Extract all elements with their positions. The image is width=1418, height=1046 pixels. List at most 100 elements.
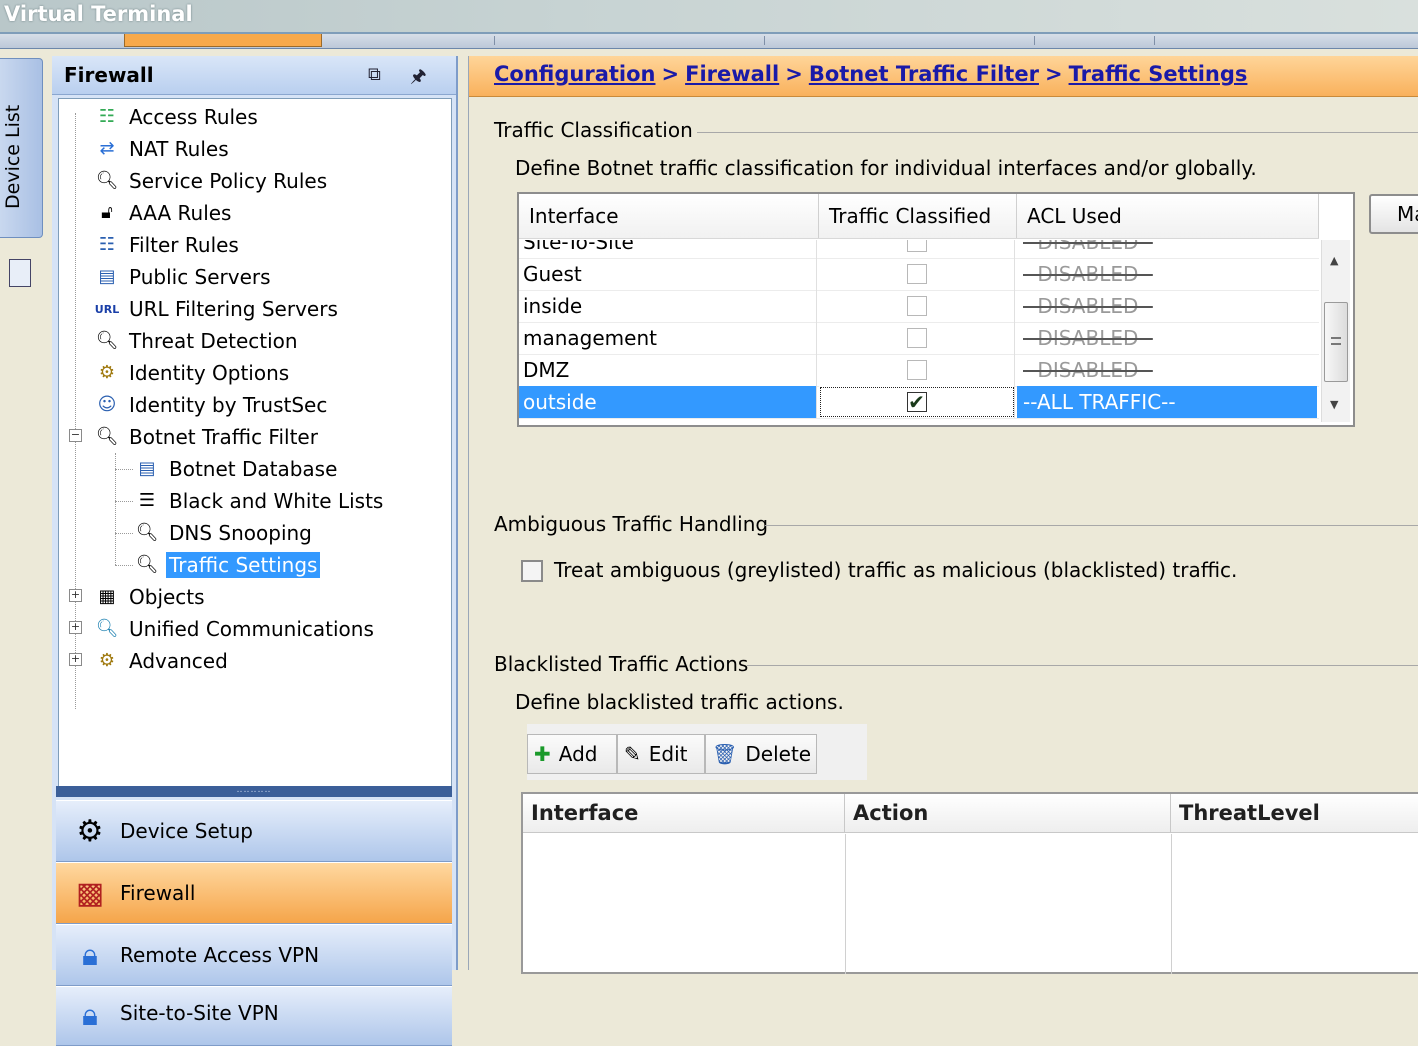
tree-item-botnet-traffic-filter[interactable]: 🔍︎ Botnet Traffic Filter: [95, 422, 321, 452]
column-header-traffic-classified[interactable]: Traffic Classified: [819, 194, 1017, 238]
acl-value: --DISABLED--: [1023, 326, 1153, 350]
device-setup-icon: ⚙: [76, 813, 104, 849]
main-panel: Configuration > Firewall > Botnet Traffic Fi…: [468, 56, 1418, 974]
row-interface: inside: [519, 290, 817, 322]
tree-item-objects[interactable]: ▦ Objects: [95, 582, 208, 612]
database-icon: ▤: [138, 458, 156, 479]
tree-item-advanced[interactable]: ⚙ Advanced: [95, 646, 231, 676]
expand-icon[interactable]: +: [69, 589, 82, 602]
row-acl: --DISABLED--: [1017, 322, 1317, 354]
tree-item-aaa-rules[interactable]: 🔓︎ AAA Rules: [95, 198, 234, 228]
table-row[interactable]: management --DISABLED--: [519, 322, 1319, 355]
nav-splitter[interactable]: ‥‥‥‥‥: [56, 786, 452, 797]
edit-button[interactable]: ✎ Edit: [617, 734, 705, 774]
manage-button[interactable]: Ma: [1369, 194, 1418, 234]
magnifier-icon: 🔍︎: [95, 170, 119, 191]
restore-icon[interactable]: ⧉: [368, 64, 381, 85]
column-header-action[interactable]: Action: [845, 794, 1171, 832]
traffic-classified-checkbox[interactable]: [906, 328, 927, 348]
tree-item-nat-rules[interactable]: ⇄ NAT Rules: [95, 134, 232, 164]
tree-line: [115, 469, 133, 470]
row-interface: Site-To-Site: [519, 240, 817, 258]
nav-section-label: Site-to-Site VPN: [120, 1001, 279, 1025]
nav-device-setup[interactable]: ⚙ Device Setup: [56, 800, 452, 862]
nav-site-to-site-vpn[interactable]: 🔒︎ Site-to-Site VPN: [56, 986, 452, 1046]
botnet-icon: 🔍︎: [95, 426, 119, 447]
table-row[interactable]: Guest --DISABLED--: [519, 258, 1319, 291]
tree-item-access-rules[interactable]: ☷ Access Rules: [95, 102, 261, 132]
uc-icon: 🔍︎: [95, 618, 119, 639]
table-scrollbar[interactable]: ▲ ▼: [1321, 240, 1350, 422]
breadcrumb-firewall[interactable]: Firewall: [685, 62, 779, 86]
trash-icon: 🗑︎: [712, 742, 738, 766]
row-acl: --ALL TRAFFIC--: [1017, 386, 1317, 418]
column-header-interface[interactable]: Interface: [523, 794, 845, 832]
traffic-classification-table: Interface Traffic Classified ACL Used Si…: [517, 192, 1355, 427]
treat-ambiguous-checkbox[interactable]: [521, 560, 543, 582]
row-classified-cell: ✔: [819, 386, 1015, 418]
row-interface: Guest: [519, 258, 817, 290]
breadcrumb-separator: >: [785, 62, 803, 86]
collapse-icon[interactable]: −: [69, 429, 82, 442]
table-row[interactable]: inside --DISABLED--: [519, 290, 1319, 323]
traffic-classified-checkbox[interactable]: [906, 296, 927, 316]
toolbar-configuration-button[interactable]: [124, 34, 322, 47]
nav-remote-access-vpn[interactable]: 🔒︎ Remote Access VPN: [56, 924, 452, 986]
column-header-interface[interactable]: Interface: [519, 194, 819, 238]
tree-item-unified-communications[interactable]: 🔍︎ Unified Communications: [95, 614, 377, 644]
url-icon: URL: [94, 302, 120, 316]
edit-button-label: Edit: [648, 742, 688, 766]
grip-icon: [1331, 337, 1341, 345]
table-row[interactable]: DMZ --DISABLED--: [519, 354, 1319, 387]
nav-firewall[interactable]: ▩ Firewall: [56, 862, 452, 924]
tree-item-threat-detection[interactable]: 🔍︎ Threat Detection: [95, 326, 301, 356]
traffic-classified-checkbox[interactable]: [906, 360, 927, 380]
section-divider: [747, 665, 1418, 666]
advanced-icon: ⚙: [98, 650, 116, 671]
expand-icon[interactable]: +: [69, 621, 82, 634]
table-row-selected[interactable]: outside ✔ --ALL TRAFFIC--: [519, 386, 1319, 419]
scroll-thumb[interactable]: [1324, 302, 1348, 382]
traffic-classified-checkbox[interactable]: [906, 240, 927, 252]
traffic-classification-description: Define Botnet traffic classification for…: [515, 156, 1257, 180]
row-classified-cell: [819, 240, 1015, 258]
tree-item-botnet-database[interactable]: ▤ Botnet Database: [135, 454, 340, 484]
tree-item-label: URL Filtering Servers: [129, 297, 338, 321]
tree-item-label: Service Policy Rules: [129, 169, 328, 193]
breadcrumb-configuration[interactable]: Configuration: [494, 62, 655, 86]
breadcrumb-traffic-settings[interactable]: Traffic Settings: [1069, 62, 1248, 86]
tree-item-filter-rules[interactable]: ☷ Filter Rules: [95, 230, 242, 260]
tree-item-url-filtering-servers[interactable]: URL URL Filtering Servers: [95, 294, 341, 324]
traffic-classified-checkbox-checked[interactable]: ✔: [906, 392, 927, 412]
main-toolbar: [0, 34, 1418, 49]
column-header-threatlevel[interactable]: ThreatLevel: [1171, 794, 1418, 832]
firewall-icon: ▩: [75, 875, 105, 911]
delete-button-label: Delete: [745, 742, 812, 766]
tree-item-traffic-settings[interactable]: 🔍︎ Traffic Settings: [135, 550, 321, 580]
tree-item-dns-snooping[interactable]: 🔍︎ DNS Snooping: [135, 518, 315, 548]
expand-icon[interactable]: +: [69, 653, 82, 666]
tree-item-identity-options[interactable]: ⚙ Identity Options: [95, 358, 292, 388]
traffic-classified-checkbox[interactable]: [906, 264, 927, 284]
nat-rules-icon: ⇄: [99, 138, 115, 159]
delete-button[interactable]: 🗑︎ Delete: [705, 734, 817, 774]
tree-line: [115, 533, 133, 534]
row-acl: --DISABLED--: [1017, 258, 1317, 290]
objects-icon: ▦: [98, 586, 116, 607]
pin-icon[interactable]: 🖈: [410, 64, 427, 94]
tree-item-public-servers[interactable]: ▤ Public Servers: [95, 262, 274, 292]
column-header-acl-used[interactable]: ACL Used: [1017, 194, 1319, 238]
tree-item-label: Botnet Traffic Filter: [129, 425, 318, 449]
breadcrumb-botnet-traffic-filter[interactable]: Botnet Traffic Filter: [809, 62, 1039, 86]
table-row[interactable]: Site-To-Site --DISABLED--: [519, 240, 1319, 259]
remote-vpn-icon: 🔒︎: [82, 937, 98, 973]
add-button[interactable]: ✚ Add: [527, 734, 617, 774]
tree-item-black-and-white-lists[interactable]: ☰ Black and White Lists: [135, 486, 386, 516]
row-acl: --DISABLED--: [1017, 240, 1317, 258]
device-list-tab[interactable]: Device List: [0, 58, 43, 287]
scroll-down-icon[interactable]: ▼: [1330, 398, 1338, 411]
tree-item-identity-by-trustsec[interactable]: ☺ Identity by TrustSec: [95, 390, 330, 420]
tree-item-service-policy-rules[interactable]: 🔍︎ Service Policy Rules: [95, 166, 330, 196]
window-title: Virtual Terminal: [4, 2, 193, 26]
scroll-up-icon[interactable]: ▲: [1330, 254, 1338, 267]
